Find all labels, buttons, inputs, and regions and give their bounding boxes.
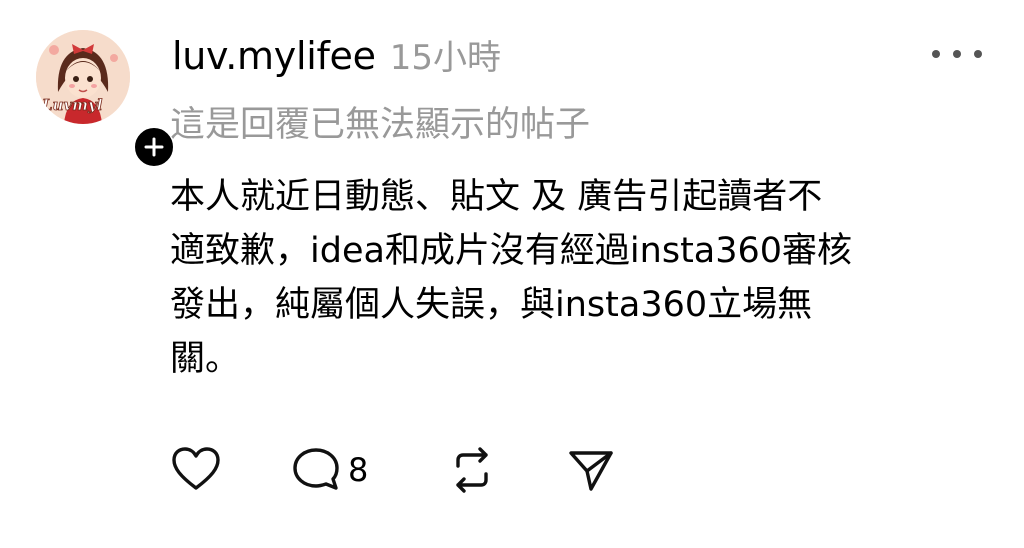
post-time: 15小時 <box>389 38 501 78</box>
post-header: luv.mylifee 15小時 <box>172 30 501 82</box>
comment-icon <box>293 448 339 490</box>
reply-unavailable-note: 這是回覆已無法顯示的帖子 <box>170 105 591 145</box>
more-dot-icon <box>953 50 961 58</box>
share-button[interactable] <box>566 440 626 500</box>
more-options-button[interactable] <box>932 48 982 60</box>
plus-icon <box>144 137 164 157</box>
avatar[interactable]: Luvmyl <box>36 30 130 124</box>
post-body-line: 適致歉，idea和成片沒有經過insta360審核 <box>170 231 853 271</box>
like-button[interactable] <box>170 440 290 500</box>
heart-icon <box>172 447 220 490</box>
post-actions: 8 <box>170 440 626 500</box>
post-body-line: 發出，純屬個人失誤，與insta360立場無 <box>170 285 813 325</box>
username[interactable]: luv.mylifee <box>172 34 376 78</box>
comment-button[interactable]: 8 <box>290 440 446 500</box>
post-body-line: 本人就近日動態、貼文 及 廣告引起讀者不 <box>170 177 823 217</box>
comment-count: 8 <box>348 451 369 489</box>
more-dot-icon <box>974 50 982 58</box>
post-body-line: 關。 <box>170 339 241 379</box>
post-body: 本人就近日動態、貼文 及 廣告引起讀者不 適致歉，idea和成片沒有經過inst… <box>170 170 980 386</box>
repost-button[interactable] <box>446 440 566 500</box>
avatar-logo-text: Luvmyl <box>41 96 103 114</box>
repost-icon <box>456 447 488 493</box>
avatar-illustration: Luvmyl <box>36 30 130 124</box>
avatar-container[interactable]: Luvmyl <box>36 30 177 170</box>
send-icon <box>569 451 613 491</box>
more-dot-icon <box>932 50 940 58</box>
